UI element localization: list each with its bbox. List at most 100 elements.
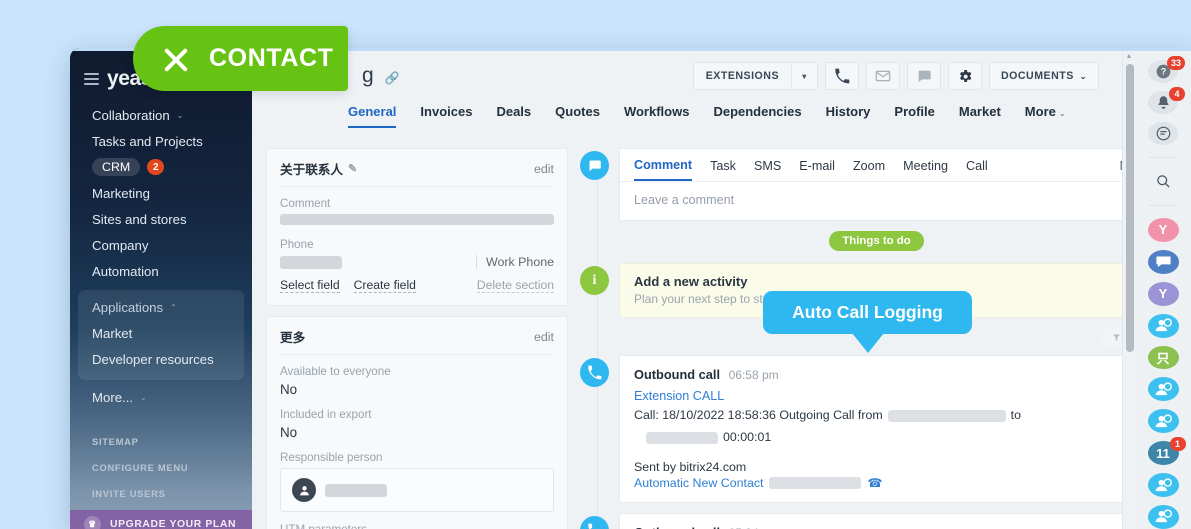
upgrade-plan-button[interactable]: ♛ UPGRADE YOUR PLAN xyxy=(70,510,252,529)
call-card: Outbound call 05:34 pm Extension CALL Ca… xyxy=(619,513,1173,529)
tab-history[interactable]: History xyxy=(826,104,871,126)
tab-invoices[interactable]: Invoices xyxy=(420,104,472,126)
sidebar-item-automation[interactable]: Automation xyxy=(70,258,252,284)
contact-avatar[interactable] xyxy=(1147,505,1179,529)
contact-icon xyxy=(1155,382,1172,396)
sidebar-item-crm[interactable]: CRM 2 xyxy=(70,154,252,180)
group-icon xyxy=(1155,256,1171,268)
svg-text:?: ? xyxy=(1160,67,1165,77)
phone-button[interactable] xyxy=(825,62,860,90)
help-badge: 33 xyxy=(1166,56,1185,70)
sidebar-item-label: SITEMAP xyxy=(92,435,139,447)
documents-button[interactable]: DOCUMENTS ⌄ xyxy=(989,62,1099,90)
tab-dependencies[interactable]: Dependencies xyxy=(713,104,801,126)
sidebar-item-more[interactable]: More... ⌄ xyxy=(70,384,252,410)
link-icon[interactable]: 🔗 xyxy=(385,71,400,85)
avatar[interactable]: Y xyxy=(1147,281,1179,306)
sidebar-nav: Collaboration ⌄ Tasks and Projects CRM 2… xyxy=(70,96,252,529)
mail-button[interactable] xyxy=(866,62,901,90)
responsible-person-box[interactable] xyxy=(280,468,554,512)
edit-link[interactable]: edit xyxy=(534,330,554,344)
card-header: 更多 edit xyxy=(280,327,554,355)
card-title: 更多 xyxy=(280,331,306,345)
sidebar-item-developer-resources[interactable]: Developer resources xyxy=(78,346,244,372)
sidebar-item-market[interactable]: Market xyxy=(78,320,244,346)
chat-button[interactable] xyxy=(907,62,942,90)
sidebar-item-label: CONFIGURE MENU xyxy=(92,461,189,473)
messages-button[interactable] xyxy=(1148,122,1178,146)
responsible-person-value-redacted xyxy=(325,483,387,497)
tab-email[interactable]: E-mail xyxy=(799,159,835,180)
chevron-down-icon: ⌄ xyxy=(140,392,147,402)
sidebar-item-sites-and-stores[interactable]: Sites and stores xyxy=(70,206,252,232)
tab-deals[interactable]: Deals xyxy=(496,104,531,126)
scrollbar-thumb[interactable] xyxy=(1126,64,1134,352)
create-field-link[interactable]: Create field xyxy=(353,278,416,293)
composer-row: Comment Task SMS E-mail Zoom Meeting Cal… xyxy=(580,148,1173,221)
sidebar-item-sitemap[interactable]: SITEMAP xyxy=(70,428,252,454)
contact-avatar[interactable] xyxy=(1147,473,1179,498)
scroll-up-arrow-icon[interactable]: ▲ xyxy=(1123,52,1135,62)
hamburger-menu-icon[interactable] xyxy=(84,73,99,85)
divider xyxy=(1149,205,1177,207)
sidebar-item-label: Company xyxy=(92,237,149,253)
left-sidebar: yeastar Collaboration ⌄ Tasks and Projec… xyxy=(70,48,252,529)
tab-general[interactable]: General xyxy=(348,104,397,128)
composer-tabs: Comment Task SMS E-mail Zoom Meeting Cal… xyxy=(620,149,1172,182)
callee-number-redacted xyxy=(646,431,718,444)
sidebar-item-label: More... xyxy=(92,389,134,405)
automatic-new-contact-link[interactable]: Automatic New Contact xyxy=(634,476,763,490)
tab-comment[interactable]: Comment xyxy=(634,158,693,181)
tab-profile[interactable]: Profile xyxy=(894,104,934,126)
group-count-avatar[interactable]: 11 1 xyxy=(1147,437,1186,466)
detail-panel: 关于联系人 ✎ edit Comment Phone Work Phone Se… xyxy=(266,148,568,529)
comment-input[interactable]: Leave a comment xyxy=(620,182,1172,220)
app-window: yeastar Collaboration ⌄ Tasks and Projec… xyxy=(70,48,1191,529)
page-root: yeastar Collaboration ⌄ Tasks and Projec… xyxy=(0,0,1191,529)
contact-avatar[interactable] xyxy=(1147,313,1179,338)
sidebar-item-company[interactable]: Company xyxy=(70,232,252,258)
tab-quotes[interactable]: Quotes xyxy=(555,104,600,126)
tab-more[interactable]: More⌄ xyxy=(1025,104,1066,126)
sidebar-item-label: Marketing xyxy=(92,185,150,201)
settings-button[interactable] xyxy=(948,62,983,90)
call-entry-row: Outbound call 06:58 pm Extension CALL Ca… xyxy=(580,355,1173,504)
contact-avatar[interactable] xyxy=(1147,377,1179,402)
avatar[interactable]: 只 xyxy=(1147,345,1179,370)
search-button[interactable] xyxy=(1148,170,1178,193)
mail-icon xyxy=(875,70,891,82)
delete-section-link[interactable]: Delete section xyxy=(476,278,554,293)
tab-task[interactable]: Task xyxy=(710,159,736,180)
tab-call[interactable]: Call xyxy=(966,159,988,180)
chat-icon xyxy=(918,70,931,82)
sidebar-item-collaboration[interactable]: Collaboration ⌄ xyxy=(70,102,252,128)
group-chat-avatar[interactable] xyxy=(1147,249,1179,274)
sidebar-item-tasks-and-projects[interactable]: Tasks and Projects xyxy=(70,128,252,154)
contact-icon xyxy=(1155,509,1172,523)
right-icon-rail: ? 33 4 Y Y 只 11 1 xyxy=(1135,48,1191,529)
top-toolbar: g 🔗 EXTENSIONS ▾ DOCUMENTS ⌄ xyxy=(252,48,1191,104)
pencil-icon[interactable]: ✎ xyxy=(348,162,357,175)
sidebar-group-header-applications[interactable]: Applications ⌃ xyxy=(78,294,244,320)
select-field-link[interactable]: Select field xyxy=(280,278,340,293)
sidebar-group-applications: Applications ⌃ Market Developer resource… xyxy=(78,290,244,380)
tab-workflows[interactable]: Workflows xyxy=(624,104,690,126)
contact-avatar[interactable] xyxy=(1147,409,1179,434)
help-button[interactable]: ? 33 xyxy=(1148,56,1185,84)
extension-call-link[interactable]: Extension CALL xyxy=(634,389,1158,403)
sidebar-item-invite-users[interactable]: INVITE USERS xyxy=(70,480,252,506)
tab-market[interactable]: Market xyxy=(959,104,1001,126)
vertical-scrollbar[interactable]: ▲ xyxy=(1122,52,1135,529)
sidebar-item-marketing[interactable]: Marketing xyxy=(70,180,252,206)
sidebar-item-configure-menu[interactable]: CONFIGURE MENU xyxy=(70,454,252,480)
edit-link[interactable]: edit xyxy=(534,162,554,176)
chevron-down-icon[interactable]: ▾ xyxy=(791,63,817,89)
tab-meeting[interactable]: Meeting xyxy=(903,159,948,180)
callout-contact: CONTACT xyxy=(133,26,348,91)
toolbar-actions: EXTENSIONS ▾ DOCUMENTS ⌄ xyxy=(692,62,1175,90)
notifications-button[interactable]: 4 xyxy=(1148,87,1185,115)
extensions-button[interactable]: EXTENSIONS ▾ xyxy=(692,62,819,90)
tab-sms[interactable]: SMS xyxy=(754,159,781,180)
tab-zoom[interactable]: Zoom xyxy=(853,159,885,180)
activity-stream: Comment Task SMS E-mail Zoom Meeting Cal… xyxy=(580,148,1191,529)
